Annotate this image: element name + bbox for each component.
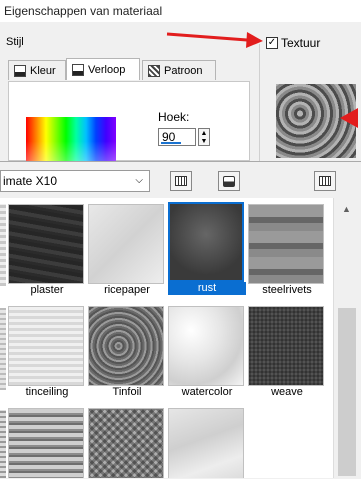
thumbnail-view-button[interactable]: [314, 171, 336, 191]
annotation-arrow-icon: [340, 108, 358, 128]
chevron-up-icon[interactable]: ▲: [342, 204, 351, 214]
texture-thumbnail: [8, 204, 84, 284]
tab-kleur[interactable]: Kleur: [8, 60, 66, 80]
texture-label: steelrivets: [262, 284, 312, 296]
texture-thumbnail: [88, 306, 164, 386]
texture-item-watercolor[interactable]: watercolor: [168, 306, 246, 399]
spin-down-icon[interactable]: ▼: [201, 138, 208, 145]
texture-checkbox-label: Textuur: [281, 36, 321, 50]
tab-verloop-label: Verloop: [88, 63, 126, 76]
checkbox-icon[interactable]: ✓: [266, 37, 278, 49]
angle-stepper[interactable]: 90 ▲ ▼: [158, 128, 212, 146]
tab-verloop[interactable]: Verloop: [66, 58, 140, 80]
window-title: Eigenschappen van materiaal: [4, 4, 163, 18]
title-bar: Eigenschappen van materiaal: [0, 0, 361, 22]
partial-thumb[interactable]: [0, 410, 6, 478]
texture-item-basket[interactable]: [88, 408, 166, 478]
tab-kleur-label: Kleur: [30, 64, 56, 77]
folder-icon: [223, 175, 235, 187]
texture-item-marble[interactable]: [168, 408, 246, 478]
style-group-label: Stijl: [6, 36, 24, 48]
annotation-arrow-icon: [166, 32, 263, 48]
texture-label: weave: [271, 386, 303, 398]
texture-label: rust: [168, 282, 246, 295]
texture-item-plaster[interactable]: plaster: [8, 204, 86, 297]
texture-label: tinceiling: [25, 386, 69, 398]
texture-label: Tinfoil: [112, 386, 142, 398]
texture-item-ricepaper[interactable]: ricepaper: [88, 204, 166, 297]
thumbnail-icon: [319, 176, 331, 186]
texture-label: ricepaper: [104, 284, 150, 296]
gradient-preview[interactable]: [26, 117, 116, 161]
pattern-icon: [148, 64, 160, 77]
texture-item-stripes[interactable]: [8, 408, 86, 478]
angle-label: Hoek:: [158, 110, 190, 124]
texture-item-steelrivets[interactable]: steelrivets: [248, 204, 326, 297]
details-view-button[interactable]: [218, 171, 240, 191]
scrollbar-thumb[interactable]: [338, 308, 356, 476]
texture-label: plaster: [30, 284, 64, 296]
gradient-icon: [72, 63, 84, 76]
texture-thumbnail: [168, 306, 244, 386]
texture-label: watercolor: [181, 386, 233, 398]
texture-thumbnail: [8, 306, 84, 386]
texture-thumbnail: [8, 408, 84, 478]
vertical-scrollbar[interactable]: ▲: [333, 198, 361, 478]
texture-thumbnail: [88, 408, 164, 478]
grid-view-icon: [175, 176, 187, 186]
partial-thumb[interactable]: [0, 308, 6, 390]
texture-thumbnail: [248, 204, 324, 284]
texture-item-rust[interactable]: rust: [168, 202, 246, 295]
texture-thumbnail: [88, 204, 164, 284]
palette-icon: [14, 64, 26, 77]
chevron-down-icon: ⌵: [135, 175, 143, 186]
angle-input[interactable]: 90: [158, 128, 196, 146]
partial-thumb[interactable]: [0, 204, 6, 286]
texture-thumbnail: [168, 202, 244, 282]
category-dropdown[interactable]: imate X10 ⌵: [0, 170, 150, 192]
texture-checkbox[interactable]: ✓ Textuur: [266, 36, 320, 50]
texture-item-tinfoil[interactable]: Tinfoil: [88, 306, 166, 399]
texture-item-weave[interactable]: weave: [248, 306, 326, 399]
spin-up-icon[interactable]: ▲: [201, 130, 208, 137]
texture-thumbnail: [248, 306, 324, 386]
tab-patroon-label: Patroon: [164, 64, 203, 77]
category-dropdown-value: imate X10: [3, 174, 58, 188]
panel-divider: [259, 44, 260, 164]
texture-grid: plaster ricepaper rust steelrivets tince…: [0, 198, 333, 478]
tab-patroon[interactable]: Patroon: [142, 60, 216, 80]
texture-thumbnail: [168, 408, 244, 478]
texture-item-tinceiling[interactable]: tinceiling: [8, 306, 86, 399]
angle-spin-buttons[interactable]: ▲ ▼: [198, 128, 210, 146]
list-view-button[interactable]: [170, 171, 192, 191]
